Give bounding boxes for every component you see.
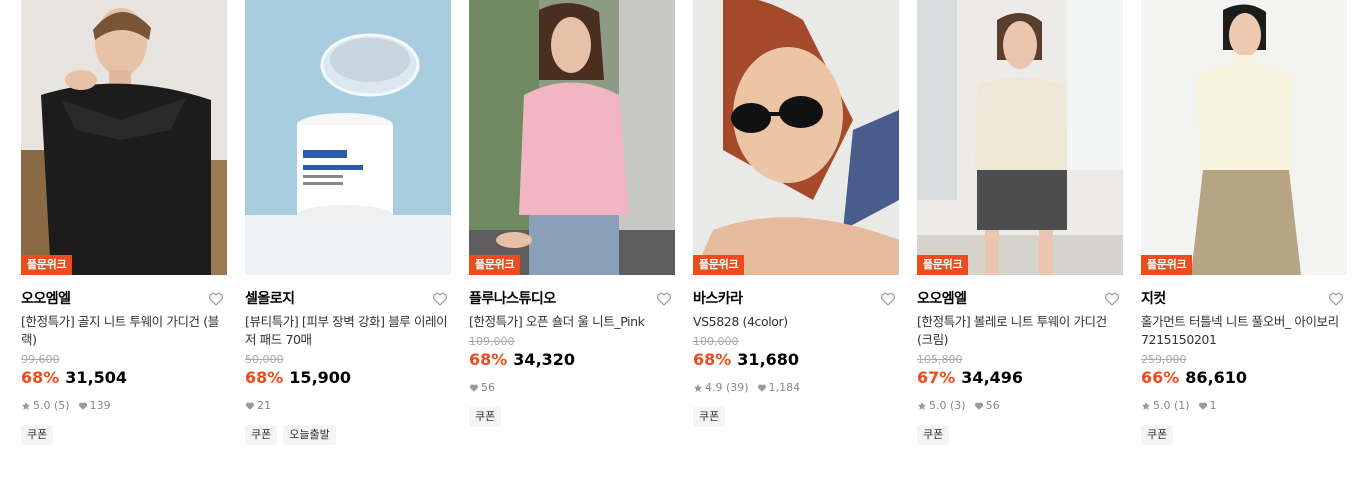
star-icon <box>1141 401 1151 410</box>
sale-price: 34,496 <box>961 368 1024 387</box>
like-count: 56 <box>481 381 495 394</box>
product-image[interactable]: 풀문위크 <box>21 0 227 275</box>
product-name[interactable]: [한정특가] 오픈 숄더 울 니트_Pink <box>469 313 675 331</box>
heart-outline-icon[interactable] <box>879 290 897 308</box>
product-photo <box>245 0 451 275</box>
brand-name[interactable]: 오오엠엘 <box>21 290 227 308</box>
review-count: (1) <box>1174 399 1190 412</box>
like-count: 139 <box>89 399 111 412</box>
star-icon <box>693 383 703 392</box>
discount-rate: 68% <box>21 368 60 387</box>
like-count: 1,184 <box>768 381 801 394</box>
star-icon <box>917 401 927 410</box>
review-stats: 21 <box>245 399 451 413</box>
rating-value: 5.0 <box>929 399 947 412</box>
product-card[interactable]: 풀문위크 플루나스튜디오 [한정특가] 오픈 숄더 울 니트_Pink 109,… <box>469 0 675 427</box>
review-count: (5) <box>54 399 70 412</box>
product-photo <box>21 0 227 275</box>
coupon-tag: 쿠폰 <box>693 407 726 427</box>
promo-badge: 풀문위크 <box>693 255 745 275</box>
product-card[interactable]: 풀문위크 오오엠엘 [한정특가] 볼레로 니트 투웨이 가디건 (크림) 105… <box>917 0 1123 445</box>
sale-price: 31,504 <box>65 368 128 387</box>
heart-filled-icon <box>1198 402 1207 410</box>
review-stats: 5.0 (5) 139 <box>21 399 227 413</box>
heart-outline-icon[interactable] <box>1103 290 1121 308</box>
like-count: 21 <box>257 399 271 412</box>
today-shipping-tag: 오늘출발 <box>283 425 336 445</box>
product-name[interactable]: [한정특가] 골지 니트 투웨이 가디건 (블랙) <box>21 313 227 349</box>
original-price: 259,000 <box>1141 353 1187 366</box>
product-image[interactable]: 풀문위크 <box>1141 0 1347 275</box>
discount-rate: 66% <box>1141 368 1180 387</box>
product-photo <box>693 0 899 275</box>
heart-filled-icon <box>245 402 255 410</box>
rating-value: 5.0 <box>1153 399 1171 412</box>
heart-outline-icon[interactable] <box>431 290 449 308</box>
product-photo <box>469 0 675 275</box>
coupon-tag: 쿠폰 <box>917 425 950 445</box>
brand-name[interactable]: 바스카라 <box>693 290 899 308</box>
promo-badge: 풀문위크 <box>21 255 73 275</box>
brand-name[interactable]: 플루나스튜디오 <box>469 290 675 308</box>
original-price: 99,600 <box>21 353 60 366</box>
product-image[interactable] <box>245 0 451 275</box>
promo-badge: 풀문위크 <box>1141 255 1193 275</box>
heart-outline-icon[interactable] <box>207 290 225 308</box>
like-count: 56 <box>985 399 1000 412</box>
original-price: 109,000 <box>469 335 515 348</box>
product-name[interactable]: [뷰티특가] [피부 장벽 강화] 블루 이레이저 패드 70매 <box>245 313 451 349</box>
discount-rate: 67% <box>917 368 956 387</box>
heart-filled-icon <box>469 384 479 392</box>
star-icon <box>21 401 31 410</box>
review-stats: 56 <box>469 381 675 395</box>
original-price: 100,000 <box>693 335 739 348</box>
product-name[interactable]: VS5828 (4color) <box>693 313 899 331</box>
rating-value: 4.9 <box>705 381 723 394</box>
coupon-tag: 쿠폰 <box>1141 425 1174 445</box>
product-card[interactable]: 풀문위크 지컷 홀가먼트 터틀넥 니트 풀오버_ 아이보리 7215150201… <box>1141 0 1347 445</box>
sale-price: 34,320 <box>513 350 576 369</box>
review-count: (3) <box>950 399 966 412</box>
promo-badge: 풀문위크 <box>469 255 521 275</box>
discount-rate: 68% <box>245 368 284 387</box>
product-card[interactable]: 풀문위크 오오엠엘 [한정특가] 골지 니트 투웨이 가디건 (블랙) 99,6… <box>21 0 227 445</box>
coupon-tag: 쿠폰 <box>469 407 502 427</box>
discount-rate: 68% <box>469 350 508 369</box>
coupon-tag: 쿠폰 <box>21 425 54 445</box>
product-name[interactable]: [한정특가] 볼레로 니트 투웨이 가디건 (크림) <box>917 313 1123 349</box>
rating-value: 5.0 <box>33 399 51 412</box>
discount-rate: 68% <box>693 350 732 369</box>
review-count: (39) <box>726 381 749 394</box>
brand-name[interactable]: 지컷 <box>1141 290 1347 308</box>
heart-filled-icon <box>78 402 87 410</box>
product-image[interactable]: 풀문위크 <box>693 0 899 275</box>
product-grid: 풀문위크 오오엠엘 [한정특가] 골지 니트 투웨이 가디건 (블랙) 99,6… <box>0 0 1356 487</box>
sale-price: 31,680 <box>737 350 800 369</box>
heart-outline-icon[interactable] <box>655 290 673 308</box>
review-stats: 5.0 (3) 56 <box>917 399 1123 413</box>
heart-outline-icon[interactable] <box>1327 290 1345 308</box>
product-photo <box>917 0 1123 275</box>
heart-filled-icon <box>757 384 766 392</box>
original-price: 50,000 <box>245 353 284 366</box>
brand-name[interactable]: 셀올로지 <box>245 290 451 308</box>
original-price: 105,800 <box>917 353 963 366</box>
heart-filled-icon <box>974 402 983 410</box>
sale-price: 86,610 <box>1185 368 1248 387</box>
like-count: 1 <box>1209 399 1217 412</box>
review-stats: 4.9 (39) 1,184 <box>693 381 899 395</box>
coupon-tag: 쿠폰 <box>245 425 278 445</box>
brand-name[interactable]: 오오엠엘 <box>917 290 1123 308</box>
product-photo <box>1141 0 1347 275</box>
review-stats: 5.0 (1) 1 <box>1141 399 1347 413</box>
promo-badge: 풀문위크 <box>917 255 969 275</box>
product-image[interactable]: 풀문위크 <box>469 0 675 275</box>
product-card[interactable]: 풀문위크 바스카라 VS5828 (4color) 100,000 68% 31,… <box>693 0 899 427</box>
product-name[interactable]: 홀가먼트 터틀넥 니트 풀오버_ 아이보리 7215150201 <box>1141 313 1347 349</box>
product-image[interactable]: 풀문위크 <box>917 0 1123 275</box>
sale-price: 15,900 <box>289 368 352 387</box>
product-card[interactable]: 셀올로지 [뷰티특가] [피부 장벽 강화] 블루 이레이저 패드 70매 50… <box>245 0 451 445</box>
